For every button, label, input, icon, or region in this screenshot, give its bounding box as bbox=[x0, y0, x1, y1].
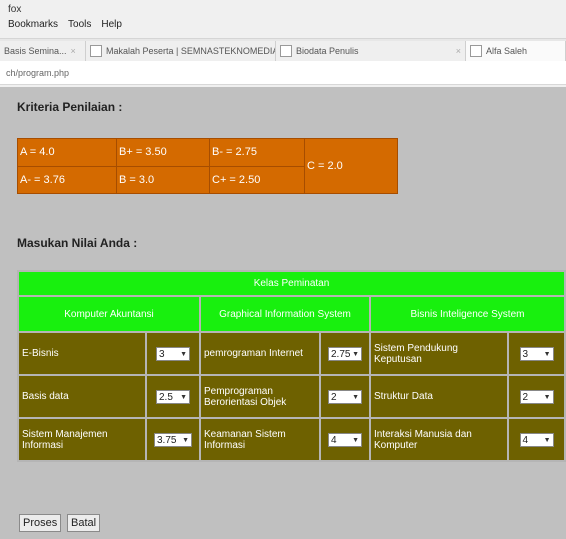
grades-table: Kelas Peminatan Komputer Akuntansi Graph… bbox=[17, 270, 566, 462]
tab-alfa-saleh[interactable]: Alfa Saleh bbox=[466, 41, 566, 61]
browser-chrome: fox Bookmarks Tools Help Basis Semina...… bbox=[0, 0, 566, 87]
table-row: E-Bisnis 3 ▼ pemrograman Internet 2.75 ▼ S… bbox=[17, 331, 566, 376]
group-header: Bisnis Inteligence System bbox=[369, 295, 566, 333]
grade-c-plus: C+ = 2.50 bbox=[209, 165, 305, 194]
menu-bookmarks[interactable]: Bookmarks bbox=[8, 19, 58, 30]
chevron-down-icon: ▼ bbox=[352, 393, 359, 401]
grade-select[interactable]: 3.75 ▼ bbox=[154, 432, 192, 447]
grade-select[interactable]: 2 ▼ bbox=[519, 389, 554, 404]
chevron-down-icon: ▼ bbox=[352, 436, 359, 444]
chevron-down-icon: ▼ bbox=[352, 350, 359, 358]
select-value: 2.75 bbox=[331, 348, 351, 360]
chevron-down-icon: ▼ bbox=[543, 393, 551, 401]
select-value: 2.5 bbox=[159, 391, 173, 403]
page-content: Kriteria Penilaian : A = 4.0 B+ = 3.50 B… bbox=[0, 87, 566, 539]
grade-a-minus: A- = 3.76 bbox=[17, 165, 117, 194]
course-label: Interaksi Manusia dan Komputer bbox=[369, 417, 509, 462]
grade-select[interactable]: 4 ▼ bbox=[519, 432, 554, 447]
course-label: Sistem Manajemen Informasi bbox=[17, 417, 147, 462]
kriteria-table: A = 4.0 B+ = 3.50 B- = 2.75 C = 2.0 A- =… bbox=[17, 138, 398, 194]
course-label: E-Bisnis bbox=[17, 331, 147, 376]
kriteria-title: Kriteria Penilaian : bbox=[17, 100, 123, 114]
select-value: 2 bbox=[522, 391, 529, 403]
table-row: Sistem Manajemen Informasi 3.75 ▼ Keamana… bbox=[17, 417, 566, 462]
group-header: Graphical Information System bbox=[199, 295, 371, 333]
tab-label: Alfa Saleh bbox=[486, 46, 528, 56]
select-value: 3 bbox=[159, 348, 165, 360]
grade-select[interactable]: 3 ▼ bbox=[519, 346, 554, 361]
course-label: Basis data bbox=[17, 374, 147, 419]
tab-basis-seminar[interactable]: Basis Semina... × bbox=[0, 41, 86, 61]
grade-b: B = 3.0 bbox=[116, 165, 210, 194]
grade-b-minus: B- = 2.75 bbox=[209, 138, 305, 167]
grade-select[interactable]: 3 ▼ bbox=[156, 346, 190, 361]
address-bar[interactable]: ch/program.php bbox=[0, 61, 566, 85]
proses-button[interactable]: Proses bbox=[19, 514, 62, 532]
window-title: fox bbox=[8, 4, 22, 15]
course-label: Struktur Data bbox=[369, 374, 509, 419]
grade-select[interactable]: 2.75 ▼ bbox=[328, 346, 362, 361]
grade-c: C = 2.0 bbox=[304, 138, 398, 194]
close-icon[interactable]: × bbox=[71, 46, 76, 56]
grade-select[interactable]: 2 ▼ bbox=[328, 389, 362, 404]
chevron-down-icon: ▼ bbox=[180, 350, 187, 358]
select-value: 4 bbox=[522, 434, 529, 446]
select-value: 3 bbox=[522, 348, 529, 360]
select-value: 2 bbox=[331, 391, 337, 403]
page-icon bbox=[280, 45, 292, 57]
menu-tools[interactable]: Tools bbox=[68, 19, 91, 30]
tab-makalah-peserta[interactable]: Makalah Peserta | SEMNASTEKNOMEDIA... × bbox=[86, 41, 276, 61]
grade-a: A = 4.0 bbox=[17, 138, 117, 167]
tab-strip: Basis Semina... × Makalah Peserta | SEMN… bbox=[0, 38, 566, 62]
grade-select[interactable]: 2.5 ▼ bbox=[156, 389, 190, 404]
grade-select[interactable]: 4 ▼ bbox=[328, 432, 362, 447]
input-title: Masukan Nilai Anda : bbox=[17, 236, 138, 250]
course-label: Pemprograman Berorientasi Objek bbox=[199, 374, 321, 419]
close-icon[interactable]: × bbox=[456, 46, 461, 56]
select-value: 3.75 bbox=[157, 434, 177, 446]
chevron-down-icon: ▼ bbox=[180, 393, 187, 401]
select-value: 4 bbox=[331, 434, 337, 446]
tab-label: Biodata Penulis bbox=[296, 46, 359, 56]
chevron-down-icon: ▼ bbox=[182, 436, 189, 444]
course-label: pemrograman Internet bbox=[199, 331, 321, 376]
group-header: Komputer Akuntansi bbox=[17, 295, 201, 333]
page-icon bbox=[90, 45, 102, 57]
chevron-down-icon: ▼ bbox=[543, 436, 551, 444]
course-label: Keamanan Sistem Informasi bbox=[199, 417, 321, 462]
batal-button[interactable]: Batal bbox=[67, 514, 101, 532]
chevron-down-icon: ▼ bbox=[543, 350, 551, 358]
page-icon bbox=[470, 45, 482, 57]
menu-help[interactable]: Help bbox=[101, 19, 122, 30]
grade-b-plus: B+ = 3.50 bbox=[116, 138, 210, 167]
tab-label: Makalah Peserta | SEMNASTEKNOMEDIA... bbox=[106, 46, 276, 56]
tab-label: Basis Semina... bbox=[4, 46, 67, 56]
course-label: Sistem Pendukung Keputusan bbox=[369, 331, 509, 376]
table-row: Basis data 2.5 ▼ Pemprograman Berorientas… bbox=[17, 374, 566, 419]
table-header: Kelas Peminatan bbox=[17, 270, 566, 297]
menu-bar: Bookmarks Tools Help bbox=[8, 19, 122, 30]
tab-biodata-penulis[interactable]: Biodata Penulis × bbox=[276, 41, 466, 61]
